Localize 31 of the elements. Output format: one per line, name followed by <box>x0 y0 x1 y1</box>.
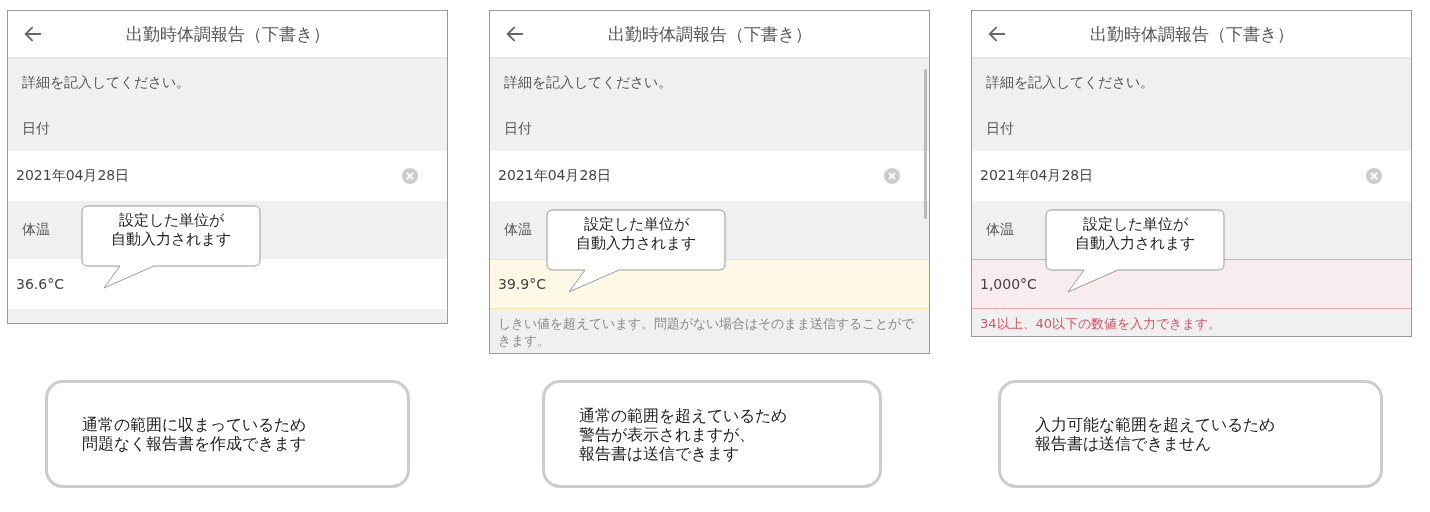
date-field[interactable]: 2021年04月28日 <box>8 151 447 201</box>
instruction-text: 詳細を記入してください。 <box>22 73 190 92</box>
field-label: 日付 <box>22 119 50 138</box>
caption-text: 通常の範囲に収まっているため <box>82 415 306 434</box>
caption-text: 通常の範囲を超えているため <box>579 405 787 425</box>
field-label: 体温 <box>504 221 532 239</box>
warning-message: しきい値を超えています。問題がない場合はそのまま送信することができます。 <box>497 315 915 350</box>
instruction-text: 詳細を記入してください。 <box>504 73 672 92</box>
field-label: 日付 <box>504 119 532 138</box>
date-field[interactable]: 2021年04月28日 <box>972 151 1411 201</box>
instruction-text: 詳細を記入してください。 <box>986 73 1154 92</box>
callout-text: 自動入力されます <box>1075 234 1195 253</box>
callout-text: 設定した単位が <box>1082 215 1188 234</box>
caption-text: 入力可能な範囲を超えているため <box>1035 415 1275 434</box>
screen-title: 出勤時体調報告（下書き） <box>124 22 331 46</box>
callout-text: 設定した単位が <box>583 215 689 234</box>
field-label: 日付 <box>986 119 1014 138</box>
date-field[interactable]: 2021年04月28日 <box>490 151 929 201</box>
temperature-field[interactable]: 36.6°C <box>8 259 447 309</box>
caption-text: 報告書は送信できます <box>579 443 740 463</box>
screen-title: 出勤時体調報告（下書き） <box>1088 22 1295 46</box>
caption-text: 報告書は送信できません <box>1035 434 1212 453</box>
field-label: 体温 <box>22 221 50 239</box>
callout-text: 自動入力されます <box>111 230 231 249</box>
callout-text: 自動入力されます <box>576 234 696 253</box>
caption-text: 問題なく報告書を作成できます <box>82 434 306 453</box>
caption-text: 警告が表示されますが、 <box>579 424 756 444</box>
field-label: 体温 <box>986 221 1014 239</box>
screen-title: 出勤時体調報告（下書き） <box>606 22 813 46</box>
callout-text: 設定した単位が <box>118 211 224 230</box>
error-message: 34以上、40以下の数値を入力できます。 <box>979 315 1223 333</box>
